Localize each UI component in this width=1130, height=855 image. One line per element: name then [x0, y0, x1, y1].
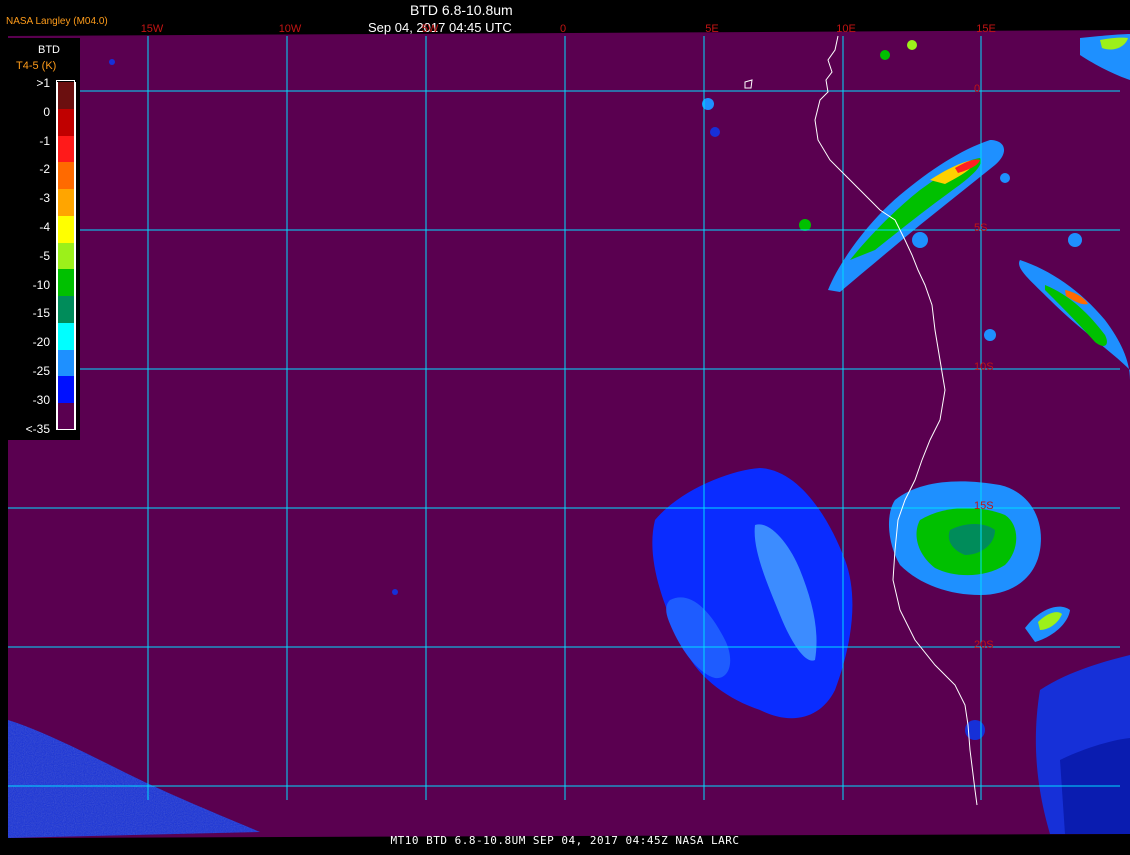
scatter-dot [1000, 173, 1010, 183]
legend-tick-label: -2 [39, 162, 50, 177]
longitude-label: 15E [976, 23, 996, 35]
longitude-label: 15W [140, 23, 164, 35]
scatter-dot [109, 59, 115, 65]
latitude-label: 5S [974, 222, 988, 234]
satellite-map: BTD 6.8-10.8um Sep 04, 2017 04:45 UTC NA… [0, 0, 1130, 850]
scatter-dot [1068, 233, 1082, 247]
scatter-dot [799, 219, 811, 231]
legend-tick-label: -4 [39, 220, 50, 234]
footer-caption: MT10 BTD 6.8-10.8UM SEP 04, 2017 04:45Z … [390, 834, 740, 847]
organization-label: NASA Langley (M04.0) [6, 16, 108, 27]
scatter-dot [907, 40, 917, 50]
longitude-label: 0 [559, 23, 567, 35]
legend-tick-label: <-35 [25, 421, 50, 436]
longitude-label: 10E [836, 23, 856, 35]
legend-tick-label: -10 [32, 277, 50, 292]
legend-tick-label: -3 [39, 191, 50, 206]
scatter-dot [984, 329, 996, 341]
scatter-dot [880, 50, 890, 60]
longitude-label: 10W [278, 23, 302, 35]
legend-tick-label: -1 [39, 133, 50, 148]
scatter-dot [912, 232, 928, 248]
latitude-label: 20S [974, 639, 994, 651]
latitude-label: 0 [974, 83, 981, 95]
longitude-label: 5E [705, 23, 719, 35]
legend-tick-label: -25 [32, 364, 50, 378]
map-background [8, 30, 1130, 838]
latitude-label: 15S [974, 500, 994, 512]
latitude-label: 10S [974, 361, 994, 373]
longitude-label: 5W [421, 23, 439, 35]
scatter-dot [710, 127, 720, 137]
legend-tick-label: -20 [32, 335, 50, 350]
legend-tick-label: -5 [39, 248, 50, 263]
legend-tick-label: -30 [32, 392, 50, 407]
legend-tick-label: 0 [43, 104, 50, 119]
image-title: BTD 6.8-10.8um [410, 2, 513, 18]
btd-image [8, 30, 1130, 838]
legend-tick-label: -15 [32, 306, 50, 321]
scatter-dot [392, 589, 398, 595]
legend-units: T4-5 (K) [16, 60, 57, 72]
legend-title: BTD [38, 44, 60, 56]
legend-frame [56, 80, 75, 430]
legend-tick-label: >1 [36, 76, 50, 90]
image-datetime: Sep 04, 2017 04:45 UTC [368, 20, 512, 35]
